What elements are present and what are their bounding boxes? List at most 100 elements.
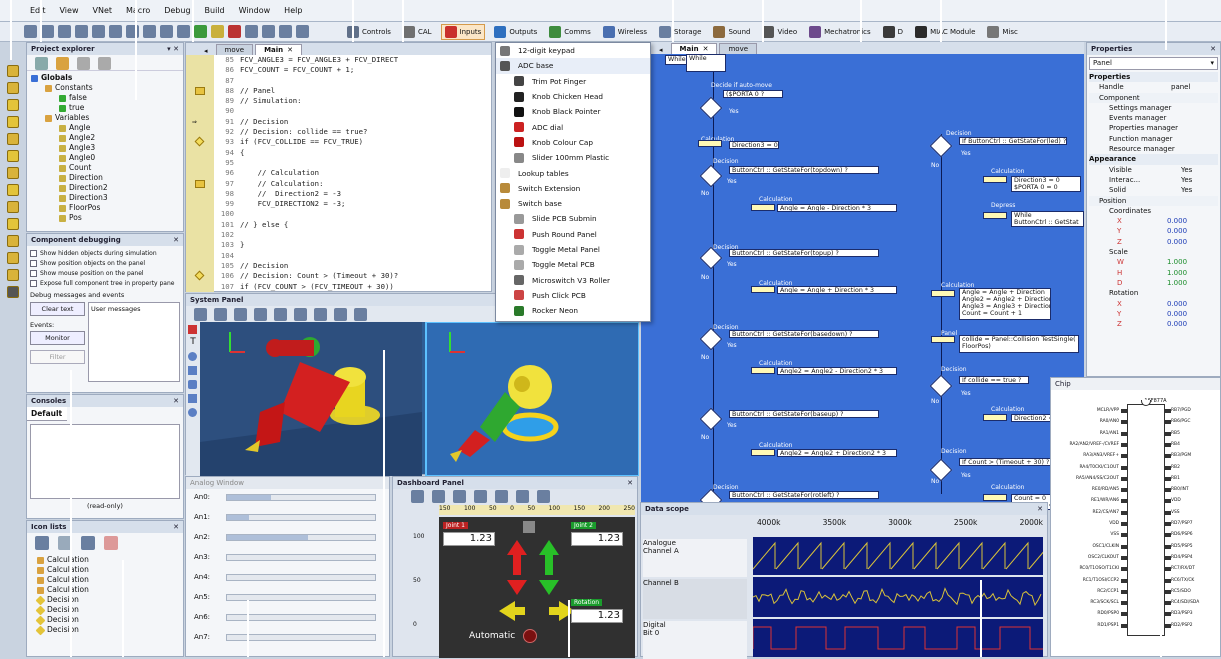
tree-item[interactable]: false: [31, 93, 179, 103]
decision-diamond[interactable]: [929, 374, 953, 398]
run-icon[interactable]: [194, 25, 207, 38]
flowchart-icon-8[interactable]: [7, 201, 19, 213]
flow-box[interactable]: Angle2 = Angle2 + Direction2 * 3: [777, 449, 897, 457]
zoom-icon[interactable]: [294, 307, 307, 321]
flowchart-icon-4[interactable]: [7, 133, 19, 145]
close-icon[interactable]: ✕: [287, 46, 293, 54]
toolbar-outputs-button[interactable]: Outputs: [491, 24, 540, 40]
calculation-block[interactable]: [751, 367, 775, 374]
flow-box[interactable]: Direction2 = -: [1011, 414, 1051, 422]
analog-level-bar[interactable]: [226, 534, 376, 541]
tree-item[interactable]: true: [31, 103, 179, 113]
tree-item[interactable]: Angle2: [31, 133, 179, 143]
list-view-icon[interactable]: [35, 536, 49, 550]
property-value[interactable]: 0.000: [1167, 309, 1187, 319]
inputs-menu-item[interactable]: Toggle Metal PCB: [496, 257, 650, 272]
property-value[interactable]: Yes: [1181, 165, 1192, 175]
calculation-block[interactable]: [931, 290, 955, 297]
stop-icon[interactable]: [228, 25, 241, 38]
calculation-block[interactable]: [931, 336, 955, 343]
menu-edit[interactable]: Edit: [30, 6, 46, 15]
icon-list-item[interactable]: Calculation: [37, 575, 173, 585]
close-icon[interactable]: ✕: [627, 479, 633, 487]
pen-icon[interactable]: [214, 307, 227, 321]
property-row[interactable]: D 1.000: [1089, 278, 1218, 288]
toolbar-storage-button[interactable]: Storage: [656, 24, 704, 40]
flow-box[interactable]: ButtonCtrl :: GetStateFor(baseup) ?: [729, 410, 879, 418]
flowchart-icon-12[interactable]: [7, 269, 19, 281]
debug-option[interactable]: Show mouse position on the panel: [30, 268, 180, 278]
flow-box[interactable]: collide = Panel::Collision TestSingle( F…: [959, 335, 1079, 353]
text-tool-icon[interactable]: T: [186, 337, 200, 347]
automatic-toggle[interactable]: [523, 629, 537, 643]
tab-move[interactable]: move: [215, 44, 254, 55]
tree-item[interactable]: Constants: [31, 83, 179, 93]
inputs-menu-item[interactable]: Switch base: [496, 196, 650, 211]
flow-box[interactable]: ($PORTA 0 ?: [723, 90, 783, 98]
select-icon[interactable]: [234, 307, 247, 321]
tab-default[interactable]: Default: [27, 407, 67, 421]
flow-box[interactable]: ButtonCtrl :: GetStateFor(basedown) ?: [729, 330, 879, 338]
checkbox[interactable]: [30, 249, 37, 257]
close-icon[interactable]: ✕: [173, 236, 179, 244]
icon-list-item[interactable]: Calculation: [37, 555, 173, 565]
property-value[interactable]: 1.000: [1167, 278, 1187, 288]
inputs-menu-item[interactable]: Push Round Panel: [496, 227, 650, 242]
analog-level-bar[interactable]: [226, 574, 376, 581]
arrow-up-green-icon[interactable]: [539, 540, 559, 575]
joint1-value[interactable]: 1.23: [443, 532, 495, 546]
globals-tab-icon[interactable]: [35, 57, 48, 70]
icon-list-item[interactable]: Decision: [35, 625, 173, 635]
toolbar-inputs-button[interactable]: Inputs: [440, 23, 486, 40]
inputs-menu-item[interactable]: Microswitch V3 Roller: [496, 272, 650, 287]
property-value[interactable]: 1.000: [1167, 268, 1187, 278]
property-value[interactable]: 0.000: [1167, 299, 1187, 309]
filter-button[interactable]: Filter: [30, 350, 85, 364]
rotation-value[interactable]: 1.23: [571, 609, 623, 623]
tree-item[interactable]: Angle3: [31, 143, 179, 153]
flowchart-icon-7[interactable]: [7, 184, 19, 196]
flow-box[interactable]: Direction3 = 0: [729, 141, 779, 149]
analog-level-bar[interactable]: [226, 554, 376, 561]
tree-item[interactable]: Angle: [31, 123, 179, 133]
macro-tab-icon[interactable]: [77, 57, 90, 70]
arrow-up-red-icon[interactable]: [507, 540, 527, 575]
inputs-menu-item[interactable]: Knob Chicken Head: [496, 89, 650, 104]
icon-list-item[interactable]: Decision: [35, 615, 173, 625]
move-icon[interactable]: [411, 490, 424, 503]
inputs-menu-item[interactable]: Slide PCB Submin: [496, 211, 650, 226]
property-value[interactable]: 0.000: [1167, 237, 1187, 247]
debug-option[interactable]: Show hidden objects during simulation: [30, 248, 180, 258]
property-row[interactable]: Events manager: [1089, 113, 1218, 123]
move-icon[interactable]: [194, 307, 207, 321]
property-row[interactable]: Rotation: [1089, 288, 1218, 298]
property-row[interactable]: X 0.000: [1089, 299, 1218, 309]
calculation-block[interactable]: [751, 204, 775, 211]
property-row[interactable]: Resource manager: [1089, 144, 1218, 154]
icon-list-item[interactable]: Decision: [35, 595, 173, 605]
circle-tool-icon[interactable]: [188, 352, 197, 361]
flow-box[interactable]: ButtonCtrl :: GetStateFor(topdown) ?: [729, 166, 879, 174]
view-icon[interactable]: [495, 490, 508, 503]
flow-box[interactable]: If collide == true ?: [959, 376, 1029, 384]
decision-diamond[interactable]: [699, 164, 723, 188]
close-icon[interactable]: ✕: [173, 523, 179, 531]
toolbar-d-button[interactable]: D: [880, 24, 906, 40]
property-value[interactable]: 0.000: [1167, 226, 1187, 236]
arrow-down-red-icon[interactable]: [507, 580, 527, 595]
flowchart-icon-6[interactable]: [7, 167, 19, 179]
property-row[interactable]: Visible Yes: [1089, 165, 1218, 175]
flow-box[interactable]: Angle = Angle + Direction Angle2 = Angle…: [959, 288, 1051, 320]
tab-move[interactable]: move: [719, 43, 758, 54]
calculation-block[interactable]: [751, 449, 775, 456]
toolbar-sound-button[interactable]: Sound: [710, 24, 753, 40]
flowchart-icon-3[interactable]: [7, 116, 19, 128]
sphere-tool-icon[interactable]: [188, 408, 197, 417]
new-icon[interactable]: [24, 25, 37, 38]
tree-item[interactable]: FloorPos: [31, 203, 179, 213]
decision-diamond[interactable]: [929, 134, 953, 158]
property-row[interactable]: X 0.000: [1089, 216, 1218, 226]
inputs-menu-item[interactable]: Push Click PCB: [496, 288, 650, 303]
tools-icon[interactable]: [354, 307, 367, 321]
cube-icon[interactable]: [516, 490, 529, 503]
